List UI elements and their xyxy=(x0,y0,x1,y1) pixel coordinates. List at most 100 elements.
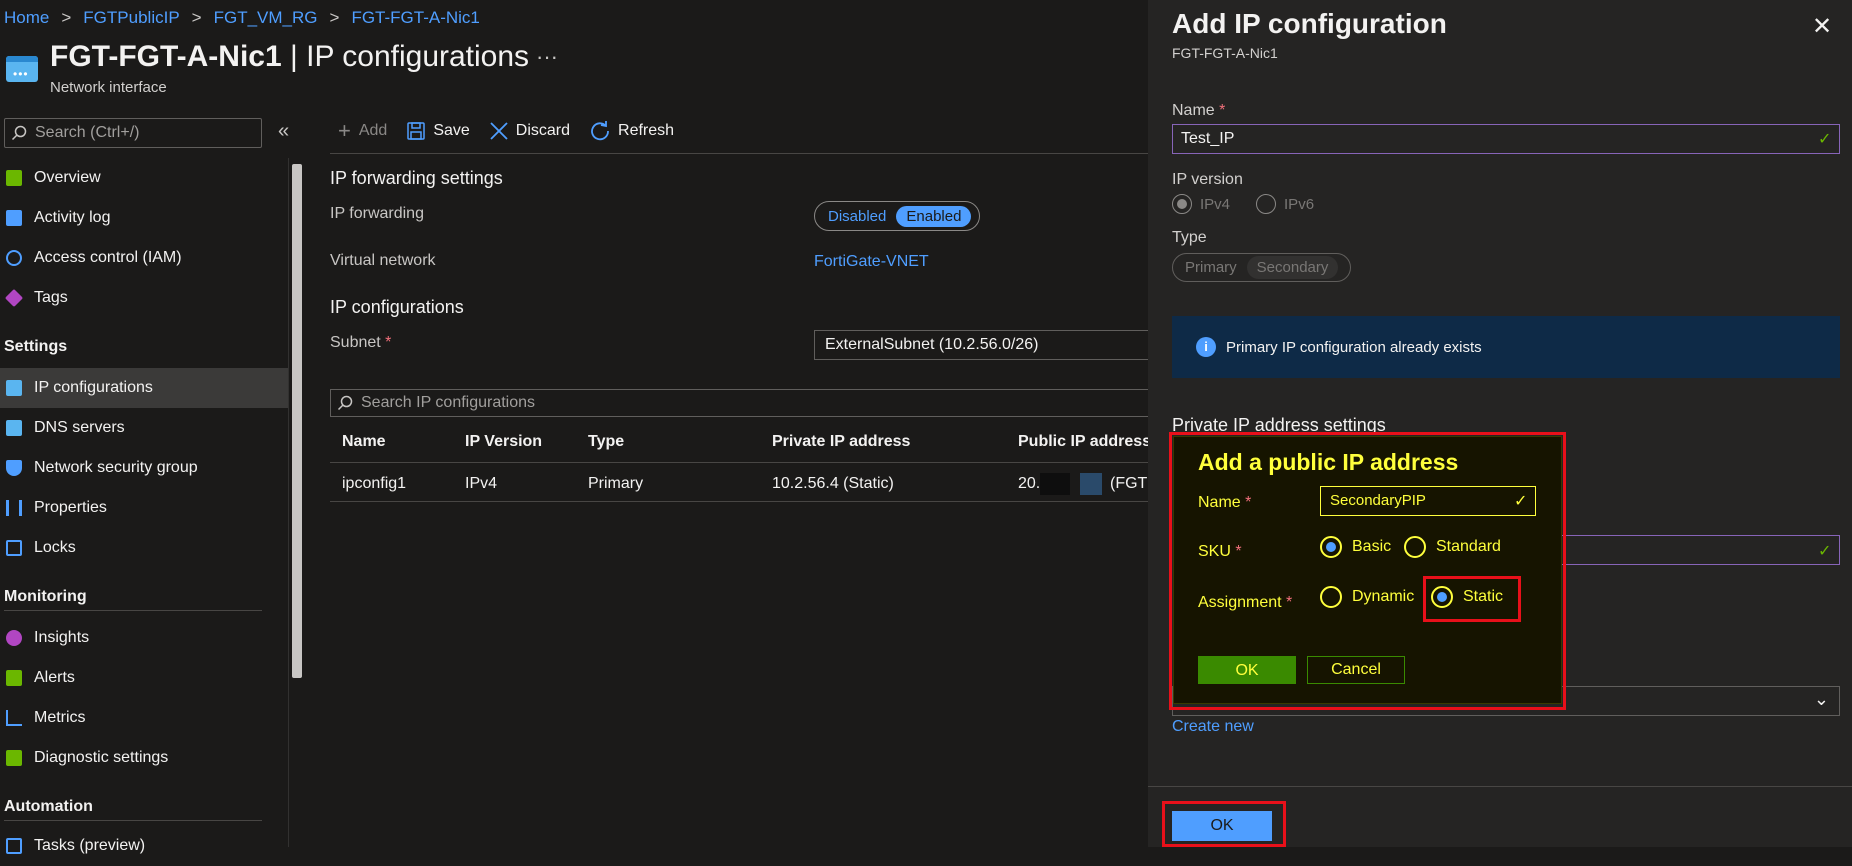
sidebar-item-label: Metrics xyxy=(34,709,86,726)
breadcrumb-separator: > xyxy=(329,8,340,27)
ip-configurations-heading: IP configurations xyxy=(330,297,464,317)
info-banner: i Primary IP configuration already exist… xyxy=(1172,316,1840,378)
sku-basic-radio[interactable] xyxy=(1320,536,1342,558)
assignment-dynamic-option[interactable]: Dynamic xyxy=(1320,586,1414,608)
ip-config-icon xyxy=(6,380,22,396)
column-header-ip-version[interactable]: IP Version xyxy=(465,433,542,451)
pip-name-input[interactable]: SecondaryPIP xyxy=(1320,486,1536,516)
nav-section-settings: Settings xyxy=(4,338,68,355)
divider xyxy=(330,462,1150,463)
sidebar-item-properties[interactable]: Properties xyxy=(0,488,288,528)
assignment-static-option[interactable]: Static xyxy=(1431,586,1503,608)
sidebar-item-tags[interactable]: Tags xyxy=(0,278,288,318)
more-options-icon[interactable]: ··· xyxy=(536,44,558,70)
type-secondary-option[interactable]: Secondary xyxy=(1246,256,1339,279)
row-type-cell: Primary xyxy=(588,475,644,492)
sidebar-item-diagnostic-settings[interactable]: Diagnostic settings xyxy=(0,738,288,778)
virtual-network-link[interactable]: FortiGate-VNET xyxy=(814,253,929,271)
sidebar-item-label: Locks xyxy=(34,539,76,556)
assignment-static-radio[interactable] xyxy=(1431,586,1453,608)
subnet-select[interactable]: ExternalSubnet (10.2.56.0/26) xyxy=(814,330,1154,360)
sidebar-item-tasks[interactable]: Tasks (preview) xyxy=(0,826,288,866)
nav-search-input[interactable] xyxy=(35,124,255,142)
column-header-public-ip[interactable]: Public IP address xyxy=(1018,433,1151,451)
ip-version-radio-group: IPv4 IPv6 xyxy=(1172,194,1314,214)
sidebar-item-insights[interactable]: Insights xyxy=(0,618,288,658)
panel-title: Add IP configuration xyxy=(1172,8,1447,39)
sidebar-item-dns-servers[interactable]: DNS servers xyxy=(0,408,288,448)
ip-name-input[interactable]: Test_IP xyxy=(1172,124,1840,154)
assignment-dynamic-label: Dynamic xyxy=(1352,588,1415,605)
row-public-ip-prefix: 20. xyxy=(1018,475,1041,492)
sidebar-item-activity-log[interactable]: Activity log xyxy=(0,198,288,238)
chevron-down-icon: ⌄ xyxy=(1813,689,1829,709)
ip-config-search[interactable] xyxy=(330,389,1150,417)
sidebar-item-locks[interactable]: Locks xyxy=(0,528,288,568)
dns-icon xyxy=(6,420,22,436)
dialog-cancel-button[interactable]: Cancel xyxy=(1307,656,1405,684)
close-icon[interactable]: ✕ xyxy=(1812,12,1832,41)
ip-name-label-text: Name xyxy=(1172,102,1215,119)
nav-section-monitoring: Monitoring xyxy=(4,588,87,605)
ip-config-search-input[interactable] xyxy=(361,394,1061,412)
breadcrumb-home[interactable]: Home xyxy=(4,8,49,28)
breadcrumb-fgt-vm-rg[interactable]: FGT_VM_RG xyxy=(214,8,318,28)
save-button[interactable]: Save xyxy=(407,118,470,144)
nav-scrollbar[interactable] xyxy=(288,158,304,847)
sku-standard-radio[interactable] xyxy=(1404,536,1426,558)
collapse-nav-icon[interactable]: « xyxy=(278,120,289,143)
ip-name-label: Name * xyxy=(1172,102,1226,119)
diagnostic-icon xyxy=(6,750,22,766)
sidebar-item-nsg[interactable]: Network security group xyxy=(0,448,288,488)
lock-icon xyxy=(6,540,22,556)
sidebar-item-alerts[interactable]: Alerts xyxy=(0,658,288,698)
nav-scrollbar-thumb[interactable] xyxy=(292,164,302,678)
sidebar-item-iam[interactable]: Access control (IAM) xyxy=(0,238,288,278)
sidebar-item-label: Diagnostic settings xyxy=(34,749,169,766)
column-header-name[interactable]: Name xyxy=(342,433,386,451)
ipv6-radio[interactable] xyxy=(1256,194,1277,214)
ip-forwarding-toggle[interactable]: Disabled Enabled xyxy=(814,201,980,231)
refresh-button[interactable]: Refresh xyxy=(590,118,674,144)
column-header-type[interactable]: Type xyxy=(588,433,624,451)
check-icon: ✓ xyxy=(1818,543,1832,560)
sidebar-item-label: Activity log xyxy=(34,209,111,226)
assignment-static-label: Static xyxy=(1463,588,1504,605)
tasks-icon xyxy=(6,838,22,854)
create-new-link[interactable]: Create new xyxy=(1172,718,1254,736)
column-header-private-ip[interactable]: Private IP address xyxy=(772,433,910,451)
sidebar-item-ip-configurations[interactable]: IP configurations xyxy=(0,368,288,408)
add-button[interactable]: + Add xyxy=(338,118,387,144)
page-title-blade: | IP configurations xyxy=(281,40,530,73)
type-toggle[interactable]: Primary Secondary xyxy=(1172,253,1351,282)
panel-ok-button[interactable]: OK xyxy=(1172,811,1272,841)
info-icon: i xyxy=(1196,337,1216,357)
search-icon xyxy=(337,395,353,411)
sidebar-item-overview[interactable]: Overview xyxy=(0,158,288,198)
public-ip-field-behind[interactable] xyxy=(1560,535,1840,565)
breadcrumb-fgtpublicip[interactable]: FGTPublicIP xyxy=(83,8,179,28)
ipv4-label: IPv4 xyxy=(1200,195,1231,213)
sidebar-item-label: Tags xyxy=(34,289,68,306)
iam-icon xyxy=(6,250,22,266)
breadcrumb-nic[interactable]: FGT-FGT-A-Nic1 xyxy=(351,8,479,28)
sku-basic-option[interactable]: Basic xyxy=(1320,536,1391,558)
dialog-ok-button[interactable]: OK xyxy=(1198,656,1296,684)
info-banner-text: Primary IP configuration already exists xyxy=(1226,338,1482,356)
nav-search[interactable] xyxy=(4,118,262,148)
ip-forwarding-disabled-option[interactable]: Disabled xyxy=(818,206,896,227)
plus-icon: + xyxy=(338,118,351,143)
breadcrumb-separator: > xyxy=(61,8,72,27)
save-icon xyxy=(407,122,426,140)
assignment-dynamic-radio[interactable] xyxy=(1320,586,1342,608)
ip-forwarding-enabled-option[interactable]: Enabled xyxy=(896,205,972,227)
pip-name-label: Name * xyxy=(1198,494,1252,511)
sku-standard-option[interactable]: Standard xyxy=(1404,536,1501,558)
page-subtitle: Network interface xyxy=(50,79,167,96)
row-name-cell[interactable]: ipconfig1 xyxy=(342,475,406,493)
check-icon: ✓ xyxy=(1514,493,1528,510)
discard-button[interactable]: Discard xyxy=(490,118,570,144)
type-primary-option[interactable]: Primary xyxy=(1175,256,1247,279)
ipv4-radio[interactable] xyxy=(1172,194,1192,214)
sidebar-item-metrics[interactable]: Metrics xyxy=(0,698,288,738)
